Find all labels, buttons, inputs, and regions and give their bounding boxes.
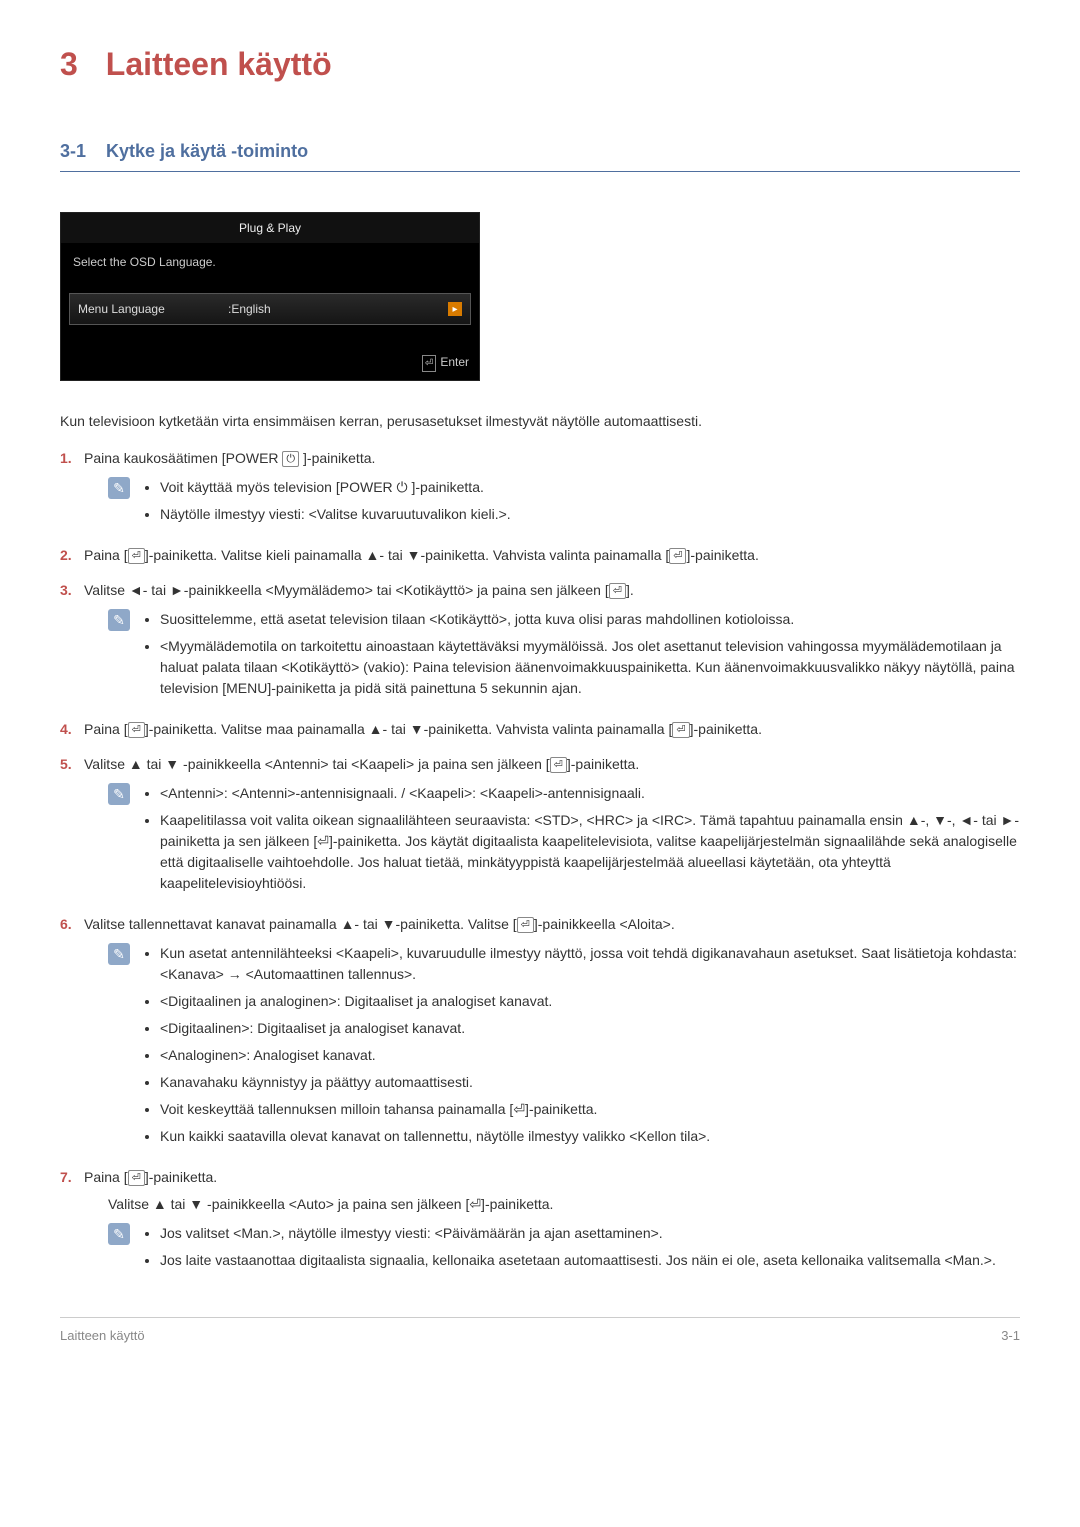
right-arrow-icon: ▸ bbox=[448, 302, 462, 316]
note-list: Suosittelemme, että asetat television ti… bbox=[142, 609, 1020, 705]
note-icon: ✎ bbox=[108, 609, 130, 631]
note-item: Jos valitset <Man.>, näytölle ilmestyy v… bbox=[160, 1223, 996, 1244]
step-item: Paina [⏎]-painiketta. Valitse kieli pain… bbox=[60, 545, 1020, 566]
intro-text: Kun televisioon kytketään virta ensimmäi… bbox=[60, 411, 1020, 432]
note-icon: ✎ bbox=[108, 943, 130, 965]
note-icon: ✎ bbox=[108, 1223, 130, 1245]
enter-icon: ⏎ bbox=[550, 757, 567, 773]
chapter-number: 3 bbox=[60, 46, 78, 82]
osd-row-label: Menu Language bbox=[78, 300, 228, 318]
note-item: <Digitaalinen ja analoginen>: Digitaalis… bbox=[160, 991, 1020, 1012]
step-text: Paina kaukosäätimen [POWER ⏻ ]-painikett… bbox=[84, 448, 1020, 469]
osd-row-value: :English bbox=[228, 300, 448, 318]
note-list: <Antenni>: <Antenni>-antennisignaali. / … bbox=[142, 783, 1020, 900]
footer-left: Laitteen käyttö bbox=[60, 1326, 145, 1346]
note-block: ✎ Jos valitset <Man.>, näytölle ilmestyy … bbox=[108, 1223, 1020, 1277]
step-text: Paina [⏎]-painiketta. Valitse maa painam… bbox=[84, 719, 1020, 740]
note-block: ✎ <Antenni>: <Antenni>-antennisignaali. /… bbox=[108, 783, 1020, 900]
note-list: Voit käyttää myös television [POWER ⏻ ]-… bbox=[142, 477, 511, 531]
osd-footer: ⏎ Enter bbox=[61, 345, 479, 380]
step-text: Paina [⏎]-painiketta. bbox=[84, 1167, 1020, 1188]
step-item: Paina [⏎]-painiketta. Valitse ▲ tai ▼ -pa… bbox=[60, 1167, 1020, 1277]
step-subtext: Valitse ▲ tai ▼ -painikkeella <Auto> ja … bbox=[108, 1194, 1020, 1215]
note-item: <Analoginen>: Analogiset kanavat. bbox=[160, 1045, 1020, 1066]
note-item: Kun kaikki saatavilla olevat kanavat on … bbox=[160, 1126, 1020, 1147]
osd-title: Plug & Play bbox=[61, 213, 479, 243]
note-list: Kun asetat antennilähteeksi <Kaapeli>, k… bbox=[142, 943, 1020, 1153]
note-item: <Digitaalinen>: Digitaaliset ja analogis… bbox=[160, 1018, 1020, 1039]
osd-prompt: Select the OSD Language. bbox=[61, 243, 479, 289]
enter-icon: ⏎ bbox=[517, 917, 534, 933]
step-item: Valitse ▲ tai ▼ -painikkeella <Antenni> … bbox=[60, 754, 1020, 900]
note-icon: ✎ bbox=[108, 783, 130, 805]
note-icon: ✎ bbox=[108, 477, 130, 499]
footer-right: 3-1 bbox=[1001, 1326, 1020, 1346]
enter-icon: ⏎ bbox=[669, 548, 686, 564]
step-item: Paina [⏎]-painiketta. Valitse maa painam… bbox=[60, 719, 1020, 740]
note-item: Suosittelemme, että asetat television ti… bbox=[160, 609, 1020, 630]
note-item: Voit käyttää myös television [POWER ⏻ ]-… bbox=[160, 477, 511, 498]
section-number: 3-1 bbox=[60, 141, 86, 161]
step-text: Paina [⏎]-painiketta. Valitse kieli pain… bbox=[84, 545, 1020, 566]
note-item: Voit keskeyttää tallennuksen milloin tah… bbox=[160, 1099, 1020, 1120]
note-block: ✎ Suosittelemme, että asetat television t… bbox=[108, 609, 1020, 705]
note-list: Jos valitset <Man.>, näytölle ilmestyy v… bbox=[142, 1223, 996, 1277]
step-item: Valitse ◄- tai ►-painikkeella <Myymäläde… bbox=[60, 580, 1020, 705]
step-text: Valitse ◄- tai ►-painikkeella <Myymäläde… bbox=[84, 580, 1020, 601]
osd-menu-row: Menu Language :English ▸ bbox=[69, 293, 471, 325]
step-item: Paina kaukosäätimen [POWER ⏻ ]-painikett… bbox=[60, 448, 1020, 531]
step-text: Valitse tallennettavat kanavat painamall… bbox=[84, 914, 1020, 935]
osd-enter-label: Enter bbox=[440, 355, 469, 369]
note-item: Jos laite vastaanottaa digitaalista sign… bbox=[160, 1250, 996, 1271]
note-block: ✎ Voit käyttää myös television [POWER ⏻ ]… bbox=[108, 477, 1020, 531]
power-icon: ⏻ bbox=[282, 451, 299, 467]
enter-icon: ⏎ bbox=[128, 722, 145, 738]
note-item: Näytölle ilmestyy viesti: <Valitse kuvar… bbox=[160, 504, 511, 525]
section-heading: 3-1 Kytke ja käytä -toiminto bbox=[60, 138, 1020, 172]
chapter-heading: 3 Laitteen käyttö bbox=[60, 40, 1020, 88]
step-text: Valitse ▲ tai ▼ -painikkeella <Antenni> … bbox=[84, 754, 1020, 775]
chapter-title: Laitteen käyttö bbox=[106, 46, 332, 82]
enter-icon: ⏎ bbox=[422, 355, 436, 372]
osd-screenshot: Plug & Play Select the OSD Language. Men… bbox=[60, 212, 480, 381]
note-item: Kaapelitilassa voit valita oikean signaa… bbox=[160, 810, 1020, 894]
note-item: Kun asetat antennilähteeksi <Kaapeli>, k… bbox=[160, 943, 1020, 985]
note-item: Kanavahaku käynnistyy ja päättyy automaa… bbox=[160, 1072, 1020, 1093]
note-item: <Antenni>: <Antenni>-antennisignaali. / … bbox=[160, 783, 1020, 804]
note-block: ✎ Kun asetat antennilähteeksi <Kaapeli>, … bbox=[108, 943, 1020, 1153]
enter-icon: ⏎ bbox=[609, 583, 626, 599]
note-item: <Myymälädemotila on tarkoitettu ainoasta… bbox=[160, 636, 1020, 699]
enter-icon: ⏎ bbox=[672, 722, 689, 738]
section-title: Kytke ja käytä -toiminto bbox=[106, 141, 308, 161]
steps-list: Paina kaukosäätimen [POWER ⏻ ]-painikett… bbox=[60, 448, 1020, 1277]
enter-icon: ⏎ bbox=[128, 1170, 145, 1186]
page-footer: Laitteen käyttö 3-1 bbox=[60, 1317, 1020, 1346]
step-item: Valitse tallennettavat kanavat painamall… bbox=[60, 914, 1020, 1153]
enter-icon: ⏎ bbox=[128, 548, 145, 564]
